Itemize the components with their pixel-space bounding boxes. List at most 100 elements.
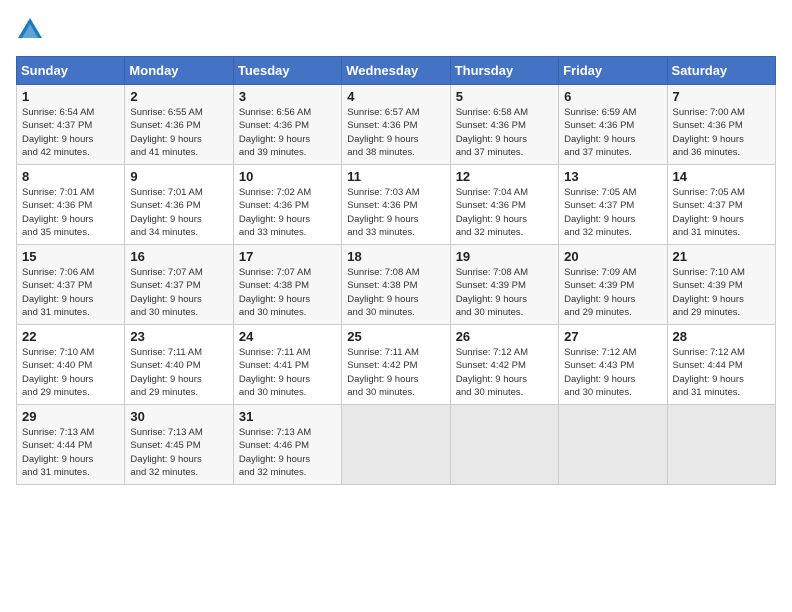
- calendar-cell: 23 Sunrise: 7:11 AMSunset: 4:40 PMDaylig…: [125, 325, 233, 405]
- calendar-cell: 17 Sunrise: 7:07 AMSunset: 4:38 PMDaylig…: [233, 245, 341, 325]
- calendar-cell: [342, 405, 450, 485]
- day-info: Sunrise: 7:10 AMSunset: 4:40 PMDaylight:…: [22, 346, 119, 399]
- day-number: 3: [239, 89, 336, 104]
- day-info: Sunrise: 6:54 AMSunset: 4:37 PMDaylight:…: [22, 106, 119, 159]
- calendar-cell: 15 Sunrise: 7:06 AMSunset: 4:37 PMDaylig…: [17, 245, 125, 325]
- calendar-cell: 28 Sunrise: 7:12 AMSunset: 4:44 PMDaylig…: [667, 325, 775, 405]
- day-info: Sunrise: 7:00 AMSunset: 4:36 PMDaylight:…: [673, 106, 770, 159]
- calendar-cell: 25 Sunrise: 7:11 AMSunset: 4:42 PMDaylig…: [342, 325, 450, 405]
- day-number: 4: [347, 89, 444, 104]
- day-number: 23: [130, 329, 227, 344]
- calendar-cell: 8 Sunrise: 7:01 AMSunset: 4:36 PMDayligh…: [17, 165, 125, 245]
- day-info: Sunrise: 7:01 AMSunset: 4:36 PMDaylight:…: [130, 186, 227, 239]
- calendar-week-row: 1 Sunrise: 6:54 AMSunset: 4:37 PMDayligh…: [17, 85, 776, 165]
- page-header: [16, 16, 776, 44]
- day-number: 28: [673, 329, 770, 344]
- calendar-cell: 19 Sunrise: 7:08 AMSunset: 4:39 PMDaylig…: [450, 245, 558, 325]
- day-info: Sunrise: 7:11 AMSunset: 4:42 PMDaylight:…: [347, 346, 444, 399]
- calendar-cell: 1 Sunrise: 6:54 AMSunset: 4:37 PMDayligh…: [17, 85, 125, 165]
- day-info: Sunrise: 7:13 AMSunset: 4:46 PMDaylight:…: [239, 426, 336, 479]
- day-number: 12: [456, 169, 553, 184]
- day-info: Sunrise: 6:56 AMSunset: 4:36 PMDaylight:…: [239, 106, 336, 159]
- calendar-header-row: SundayMondayTuesdayWednesdayThursdayFrid…: [17, 57, 776, 85]
- day-number: 8: [22, 169, 119, 184]
- calendar-cell: 14 Sunrise: 7:05 AMSunset: 4:37 PMDaylig…: [667, 165, 775, 245]
- day-number: 20: [564, 249, 661, 264]
- day-info: Sunrise: 7:05 AMSunset: 4:37 PMDaylight:…: [673, 186, 770, 239]
- day-info: Sunrise: 7:08 AMSunset: 4:38 PMDaylight:…: [347, 266, 444, 319]
- day-number: 21: [673, 249, 770, 264]
- calendar-cell: [559, 405, 667, 485]
- calendar-cell: 29 Sunrise: 7:13 AMSunset: 4:44 PMDaylig…: [17, 405, 125, 485]
- day-number: 14: [673, 169, 770, 184]
- calendar-cell: 30 Sunrise: 7:13 AMSunset: 4:45 PMDaylig…: [125, 405, 233, 485]
- calendar-cell: 12 Sunrise: 7:04 AMSunset: 4:36 PMDaylig…: [450, 165, 558, 245]
- day-number: 26: [456, 329, 553, 344]
- day-number: 27: [564, 329, 661, 344]
- calendar-cell: 20 Sunrise: 7:09 AMSunset: 4:39 PMDaylig…: [559, 245, 667, 325]
- logo-icon: [16, 16, 44, 44]
- calendar-cell: 13 Sunrise: 7:05 AMSunset: 4:37 PMDaylig…: [559, 165, 667, 245]
- day-number: 13: [564, 169, 661, 184]
- day-info: Sunrise: 7:11 AMSunset: 4:40 PMDaylight:…: [130, 346, 227, 399]
- calendar-cell: 6 Sunrise: 6:59 AMSunset: 4:36 PMDayligh…: [559, 85, 667, 165]
- calendar-table: SundayMondayTuesdayWednesdayThursdayFrid…: [16, 56, 776, 485]
- day-number: 11: [347, 169, 444, 184]
- logo: [16, 16, 48, 44]
- calendar-week-row: 15 Sunrise: 7:06 AMSunset: 4:37 PMDaylig…: [17, 245, 776, 325]
- day-number: 10: [239, 169, 336, 184]
- day-number: 9: [130, 169, 227, 184]
- day-number: 7: [673, 89, 770, 104]
- day-number: 16: [130, 249, 227, 264]
- calendar-header-thursday: Thursday: [450, 57, 558, 85]
- calendar-cell: [667, 405, 775, 485]
- calendar-cell: 9 Sunrise: 7:01 AMSunset: 4:36 PMDayligh…: [125, 165, 233, 245]
- day-number: 25: [347, 329, 444, 344]
- calendar-header-saturday: Saturday: [667, 57, 775, 85]
- calendar-cell: 3 Sunrise: 6:56 AMSunset: 4:36 PMDayligh…: [233, 85, 341, 165]
- day-info: Sunrise: 7:07 AMSunset: 4:37 PMDaylight:…: [130, 266, 227, 319]
- calendar-header-wednesday: Wednesday: [342, 57, 450, 85]
- calendar-cell: 21 Sunrise: 7:10 AMSunset: 4:39 PMDaylig…: [667, 245, 775, 325]
- calendar-cell: 18 Sunrise: 7:08 AMSunset: 4:38 PMDaylig…: [342, 245, 450, 325]
- day-number: 24: [239, 329, 336, 344]
- calendar-cell: 24 Sunrise: 7:11 AMSunset: 4:41 PMDaylig…: [233, 325, 341, 405]
- calendar-cell: 26 Sunrise: 7:12 AMSunset: 4:42 PMDaylig…: [450, 325, 558, 405]
- calendar-header-friday: Friday: [559, 57, 667, 85]
- day-info: Sunrise: 7:08 AMSunset: 4:39 PMDaylight:…: [456, 266, 553, 319]
- day-info: Sunrise: 7:12 AMSunset: 4:44 PMDaylight:…: [673, 346, 770, 399]
- calendar-week-row: 22 Sunrise: 7:10 AMSunset: 4:40 PMDaylig…: [17, 325, 776, 405]
- day-number: 1: [22, 89, 119, 104]
- day-number: 17: [239, 249, 336, 264]
- day-number: 19: [456, 249, 553, 264]
- day-info: Sunrise: 6:58 AMSunset: 4:36 PMDaylight:…: [456, 106, 553, 159]
- day-info: Sunrise: 7:06 AMSunset: 4:37 PMDaylight:…: [22, 266, 119, 319]
- calendar-week-row: 29 Sunrise: 7:13 AMSunset: 4:44 PMDaylig…: [17, 405, 776, 485]
- day-info: Sunrise: 7:07 AMSunset: 4:38 PMDaylight:…: [239, 266, 336, 319]
- day-info: Sunrise: 7:13 AMSunset: 4:44 PMDaylight:…: [22, 426, 119, 479]
- day-info: Sunrise: 6:59 AMSunset: 4:36 PMDaylight:…: [564, 106, 661, 159]
- day-info: Sunrise: 7:02 AMSunset: 4:36 PMDaylight:…: [239, 186, 336, 239]
- calendar-cell: 7 Sunrise: 7:00 AMSunset: 4:36 PMDayligh…: [667, 85, 775, 165]
- calendar-cell: 4 Sunrise: 6:57 AMSunset: 4:36 PMDayligh…: [342, 85, 450, 165]
- day-info: Sunrise: 6:57 AMSunset: 4:36 PMDaylight:…: [347, 106, 444, 159]
- calendar-cell: 11 Sunrise: 7:03 AMSunset: 4:36 PMDaylig…: [342, 165, 450, 245]
- calendar-header-sunday: Sunday: [17, 57, 125, 85]
- day-info: Sunrise: 7:13 AMSunset: 4:45 PMDaylight:…: [130, 426, 227, 479]
- calendar-cell: 2 Sunrise: 6:55 AMSunset: 4:36 PMDayligh…: [125, 85, 233, 165]
- day-info: Sunrise: 7:12 AMSunset: 4:42 PMDaylight:…: [456, 346, 553, 399]
- day-info: Sunrise: 7:01 AMSunset: 4:36 PMDaylight:…: [22, 186, 119, 239]
- day-info: Sunrise: 7:09 AMSunset: 4:39 PMDaylight:…: [564, 266, 661, 319]
- day-number: 18: [347, 249, 444, 264]
- calendar-cell: 27 Sunrise: 7:12 AMSunset: 4:43 PMDaylig…: [559, 325, 667, 405]
- day-number: 29: [22, 409, 119, 424]
- day-number: 6: [564, 89, 661, 104]
- calendar-header-monday: Monday: [125, 57, 233, 85]
- calendar-cell: 31 Sunrise: 7:13 AMSunset: 4:46 PMDaylig…: [233, 405, 341, 485]
- day-number: 5: [456, 89, 553, 104]
- day-info: Sunrise: 7:12 AMSunset: 4:43 PMDaylight:…: [564, 346, 661, 399]
- day-info: Sunrise: 7:05 AMSunset: 4:37 PMDaylight:…: [564, 186, 661, 239]
- calendar-cell: 22 Sunrise: 7:10 AMSunset: 4:40 PMDaylig…: [17, 325, 125, 405]
- day-number: 2: [130, 89, 227, 104]
- day-number: 31: [239, 409, 336, 424]
